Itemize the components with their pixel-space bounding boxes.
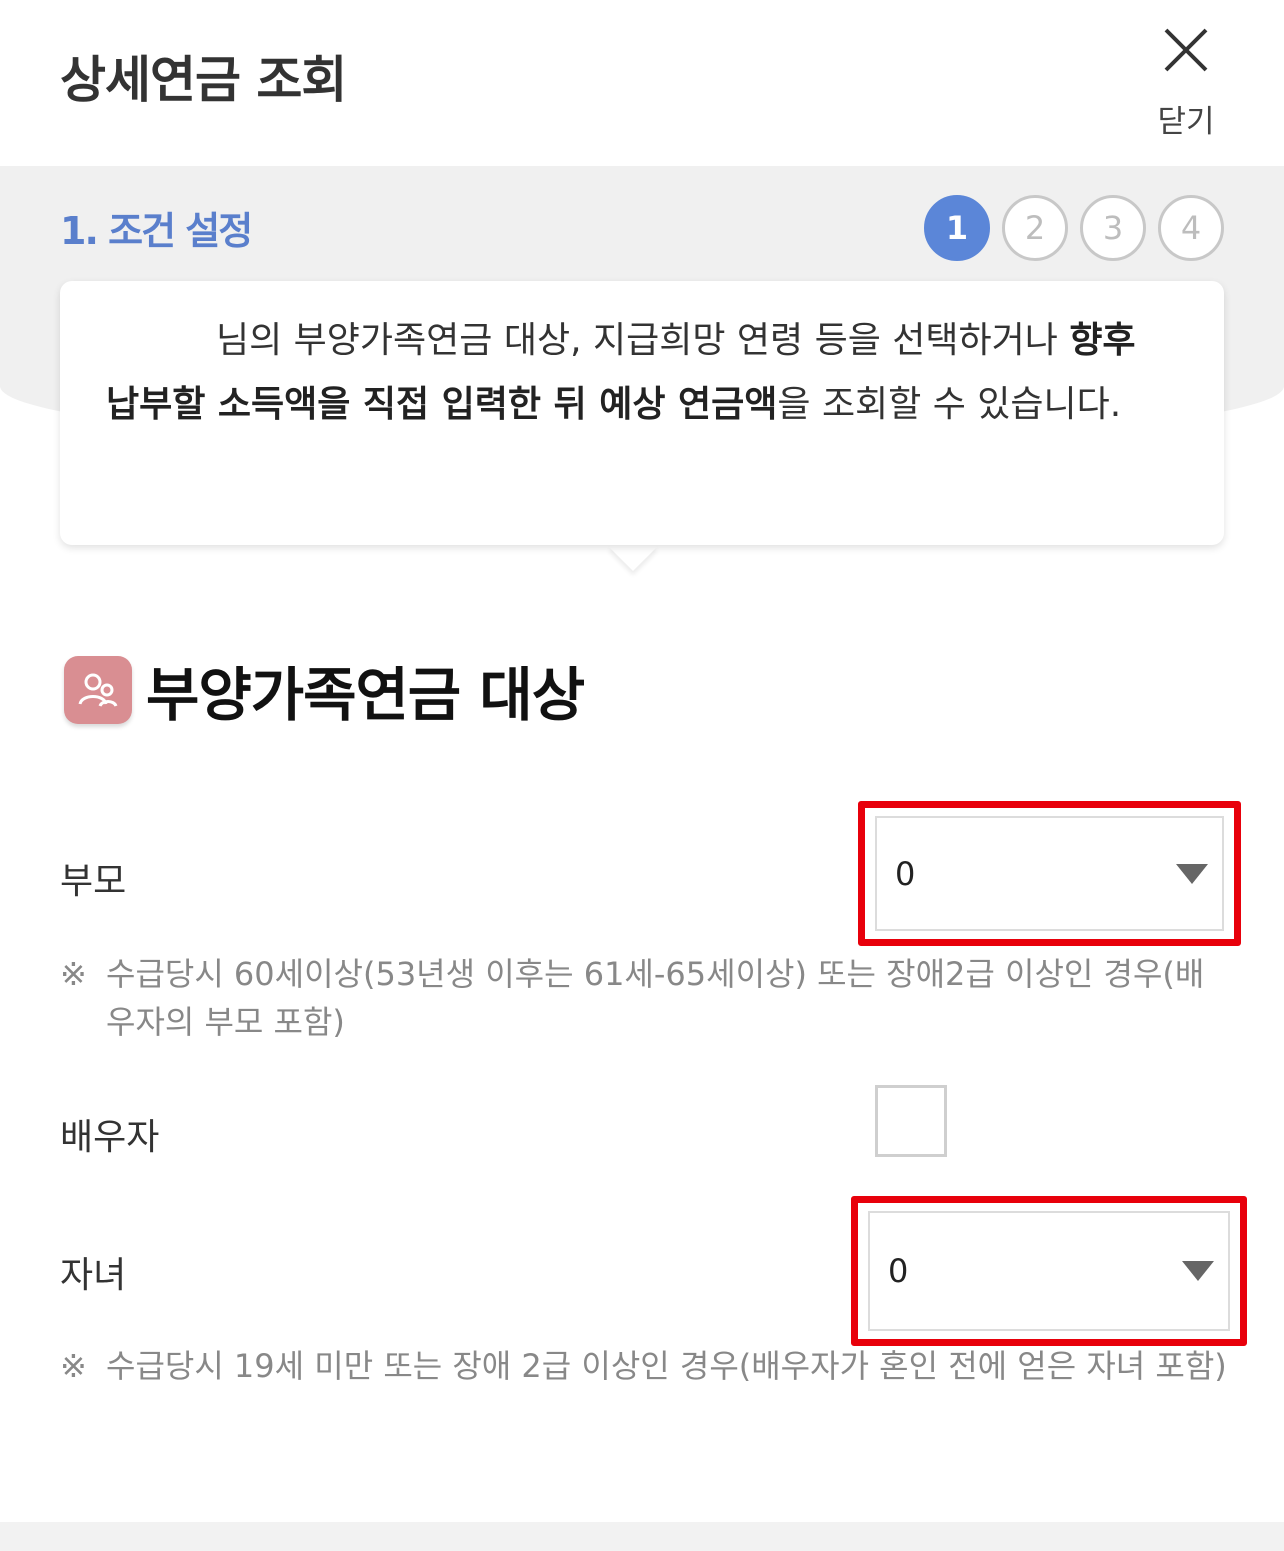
parents-label: 부모 — [60, 861, 127, 902]
header: 상세연금 조회 닫기 — [0, 0, 1284, 166]
family-icon — [64, 656, 132, 724]
dropdown-arrow-icon — [1176, 863, 1208, 884]
step-3: 3 — [1080, 195, 1146, 261]
children-label: 자녀 — [60, 1255, 127, 1296]
step-4: 4 — [1158, 195, 1224, 261]
children-select[interactable]: 0 — [868, 1211, 1230, 1331]
info-tooltip: 님의 부양가족연금 대상, 지급희망 연령 등을 선택하거나 향후 납부할 소득… — [60, 281, 1224, 545]
close-button[interactable]: 닫기 — [1146, 26, 1226, 141]
close-label[interactable]: 닫기 — [1146, 96, 1226, 141]
parents-select-value: 0 — [895, 854, 916, 893]
page-title: 상세연금 조회 — [60, 51, 347, 109]
step-title: 1. 조건 설정 — [60, 209, 253, 253]
spouse-label: 배우자 — [60, 1117, 160, 1158]
dropdown-arrow-icon — [1182, 1261, 1214, 1281]
step-1: 1 — [924, 195, 990, 261]
children-note-text: 수급당시 19세 미만 또는 장애 2급 이상인 경우(배우자가 혼인 전에 얻… — [106, 1347, 1227, 1385]
spouse-checkbox[interactable] — [875, 1085, 947, 1157]
step-indicator: 1 2 3 4 — [924, 195, 1224, 261]
parents-note: ※ 수급당시 60세이상(53년생 이후는 61세-65세이상) 또는 장애2급… — [60, 950, 1230, 1046]
children-select-value: 0 — [888, 1252, 909, 1290]
parents-select-highlight: 0 — [858, 801, 1241, 946]
step-2: 2 — [1002, 195, 1068, 261]
parents-note-text: 수급당시 60세이상(53년생 이후는 61세-65세이상) 또는 장애2급 이… — [106, 955, 1205, 1041]
section-header: 부양가족연금 대상 — [64, 648, 585, 732]
note-mark-icon: ※ — [60, 1347, 87, 1385]
tooltip-text-suffix: 을 조회할 수 있습니다. — [777, 384, 1122, 425]
close-icon[interactable] — [1162, 26, 1210, 74]
children-select-highlight: 0 — [851, 1196, 1247, 1346]
parents-select[interactable]: 0 — [875, 816, 1224, 931]
section-title: 부양가족연금 대상 — [146, 661, 585, 729]
bottom-bar — [0, 1522, 1284, 1551]
children-note: ※ 수급당시 19세 미만 또는 장애 2급 이상인 경우(배우자가 혼인 전에… — [60, 1342, 1230, 1390]
note-mark-icon: ※ — [60, 955, 87, 993]
tooltip-text-prefix: 님의 부양가족연금 대상, 지급희망 연령 등을 선택하거나 — [216, 320, 1070, 361]
